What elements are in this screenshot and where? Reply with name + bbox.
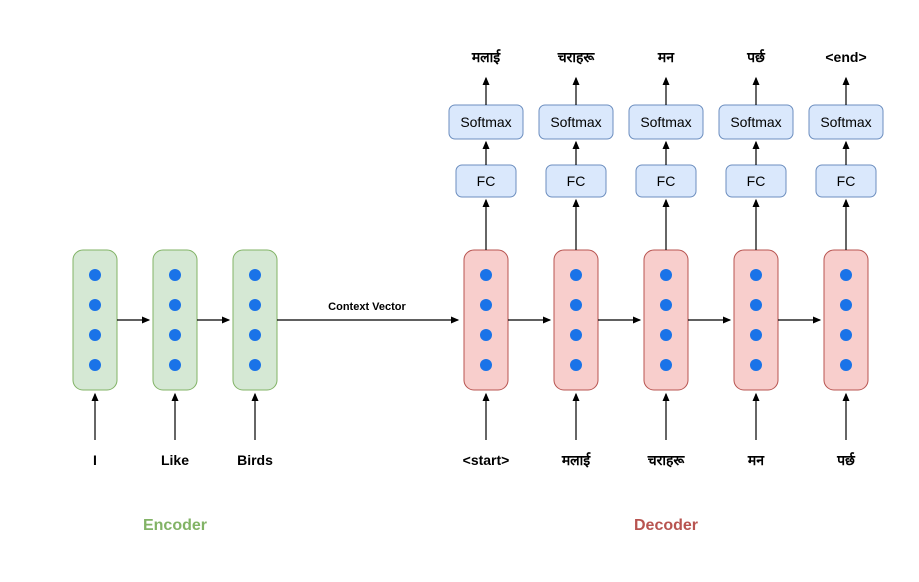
fc-label-1: FC <box>477 173 496 189</box>
fc-label-3: FC <box>657 173 676 189</box>
dec-output-2: चराहरू <box>557 49 596 65</box>
enc-input-1: I <box>93 452 97 468</box>
softmax-label-5: Softmax <box>820 114 871 130</box>
dec-input-5: पर्छ <box>836 452 856 468</box>
enc-input-3: Birds <box>237 452 273 468</box>
softmax-label-1: Softmax <box>460 114 511 130</box>
fc-label-5: FC <box>837 173 856 189</box>
dec-input-4: मन <box>747 452 765 468</box>
fc-label-2: FC <box>567 173 586 189</box>
decoder-label: Decoder <box>634 517 698 534</box>
context-label: Context Vector <box>328 301 406 313</box>
dec-output-4: पर्छ <box>746 49 766 65</box>
encoder-group: I Like Birds Encoder <box>73 250 277 534</box>
enc-input-2: Like <box>161 452 189 468</box>
dec-input-3: चराहरू <box>647 452 686 468</box>
seq2seq-diagram: I Like Birds Encoder Context Vector <box>0 0 919 582</box>
dec-output-3: मन <box>657 49 675 65</box>
dec-input-1: <start> <box>463 452 510 468</box>
dec-output-1: मलाई <box>471 49 501 65</box>
dec-output-5: <end> <box>825 49 866 65</box>
fc-label-4: FC <box>747 173 766 189</box>
softmax-label-3: Softmax <box>640 114 691 130</box>
softmax-label-2: Softmax <box>550 114 601 130</box>
encoder-label: Encoder <box>143 517 207 534</box>
softmax-label-4: Softmax <box>730 114 781 130</box>
dec-input-2: मलाई <box>561 452 591 468</box>
decoder-group: <start> मलाई चराहरू मन पर्छ FC FC FC FC … <box>449 49 883 534</box>
